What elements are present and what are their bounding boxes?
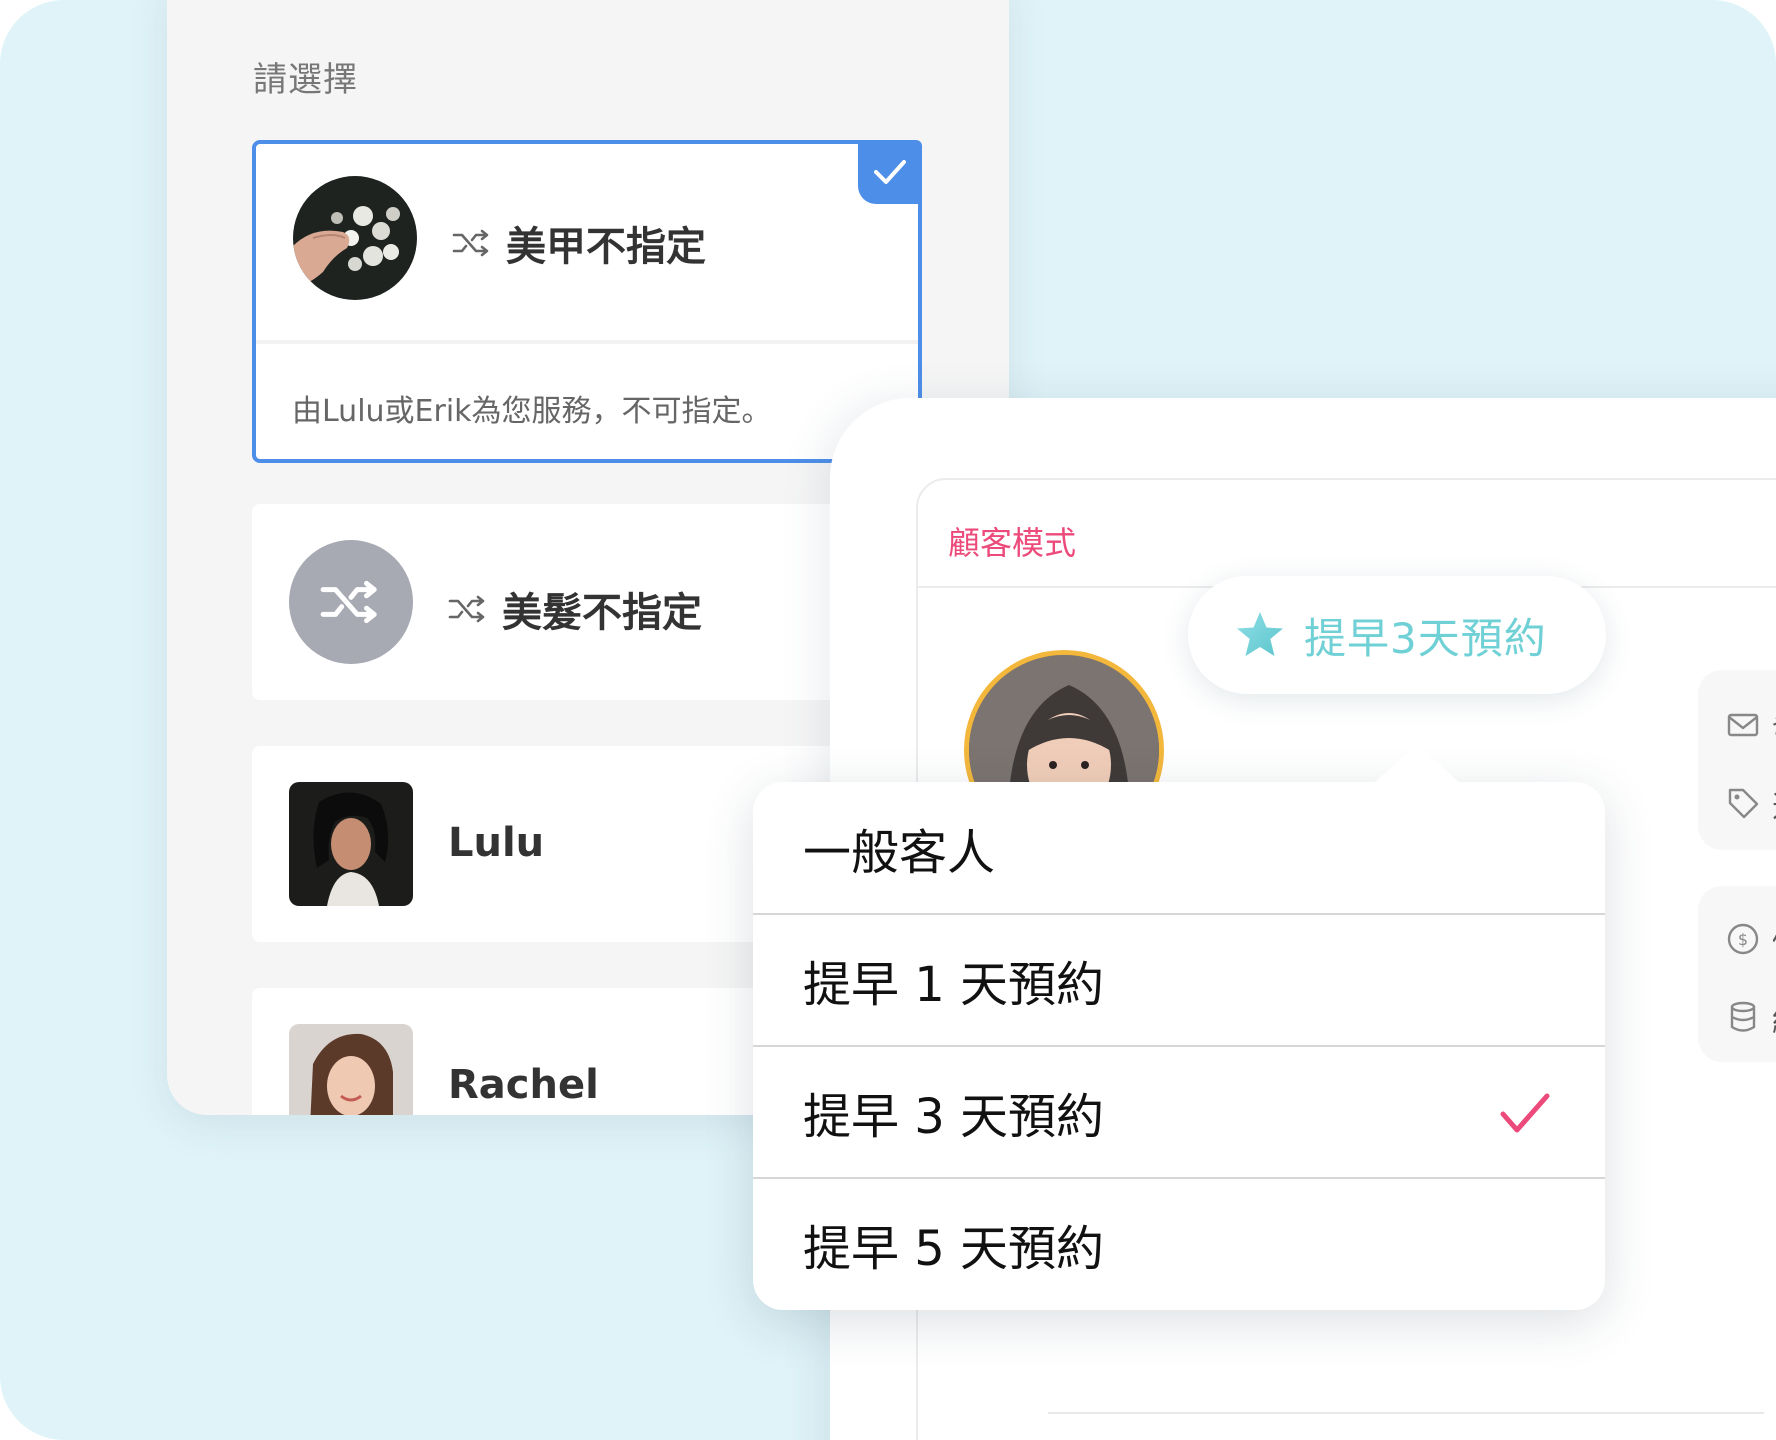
option-name: 美甲不指定: [506, 224, 706, 270]
option-card-nail-any[interactable]: 美甲不指定 由Lulu或Erik為您服務，不可指定。: [252, 140, 922, 463]
dropdown-option[interactable]: 一般客人: [753, 782, 1605, 914]
badge-label: 提早3天預約: [1304, 613, 1547, 663]
database-icon[interactable]: [1726, 1000, 1760, 1034]
shuffle-avatar: [289, 540, 413, 664]
dropdown-arrow: [1373, 744, 1461, 784]
option-name-row: Lulu: [448, 820, 544, 866]
booking-type-dropdown: 一般客人 提早 1 天預約 提早 3 天預約 提早 5 天預約: [753, 744, 1605, 1310]
nail-photo-avatar: [293, 176, 417, 300]
side-info-group: $ 儲 結: [1698, 886, 1776, 1062]
shuffle-icon: [320, 580, 377, 624]
side-label: 選: [1772, 782, 1776, 826]
bottom-divider: [1048, 1412, 1776, 1414]
option-label: 一般客人: [803, 825, 996, 881]
option-name-row: 美甲不指定: [452, 214, 706, 272]
customer-card-header: 顧客模式: [918, 480, 1776, 588]
membership-badge[interactable]: 提早3天預約: [1188, 576, 1606, 694]
shuffle-icon: [452, 229, 489, 257]
panel-title: 請選擇: [253, 60, 358, 100]
option-label: 提早 3 天預約: [803, 1089, 1105, 1145]
side-label: 發: [1772, 704, 1776, 748]
option-description: 由Lulu或Erik為您服務，不可指定。: [292, 394, 772, 429]
lulu-avatar: [289, 782, 413, 906]
side-label: 結: [1772, 996, 1776, 1040]
option-name-row: Rachel: [448, 1062, 599, 1108]
dropdown-option[interactable]: 提早 1 天預約: [753, 914, 1605, 1046]
option-name: Lulu: [448, 820, 545, 866]
option-name: Rachel: [448, 1062, 599, 1108]
mail-icon[interactable]: [1726, 708, 1760, 742]
option-label: 提早 1 天預約: [803, 957, 1105, 1013]
dropdown-option-selected[interactable]: 提早 3 天預約: [753, 1046, 1605, 1178]
option-card-hair-any[interactable]: 美髮不指定: [252, 504, 922, 700]
option-name-row: 美髮不指定: [448, 580, 702, 638]
dollar-icon[interactable]: $: [1726, 922, 1760, 956]
dropdown-option[interactable]: 提早 5 天預約: [753, 1178, 1605, 1310]
card-divider: [256, 340, 918, 344]
side-actions-group: 發 選: [1698, 670, 1776, 850]
checkmark-icon: [1500, 1093, 1550, 1133]
side-label: 儲: [1772, 918, 1776, 962]
option-name: 美髮不指定: [502, 590, 702, 636]
shuffle-icon: [448, 595, 485, 623]
svg-text:$: $: [1738, 930, 1748, 949]
option-label: 提早 5 天預約: [803, 1221, 1105, 1277]
tag-icon[interactable]: [1726, 786, 1760, 820]
selected-check-icon: [858, 140, 922, 204]
customer-mode-label: 顧客模式: [948, 524, 1077, 562]
star-icon: [1237, 612, 1283, 656]
background: 請選擇 美甲不指定 由Lulu或Erik為您服務，不可指定。 美髮不指定 Lul…: [0, 0, 1776, 1440]
rachel-avatar: [289, 1024, 413, 1115]
